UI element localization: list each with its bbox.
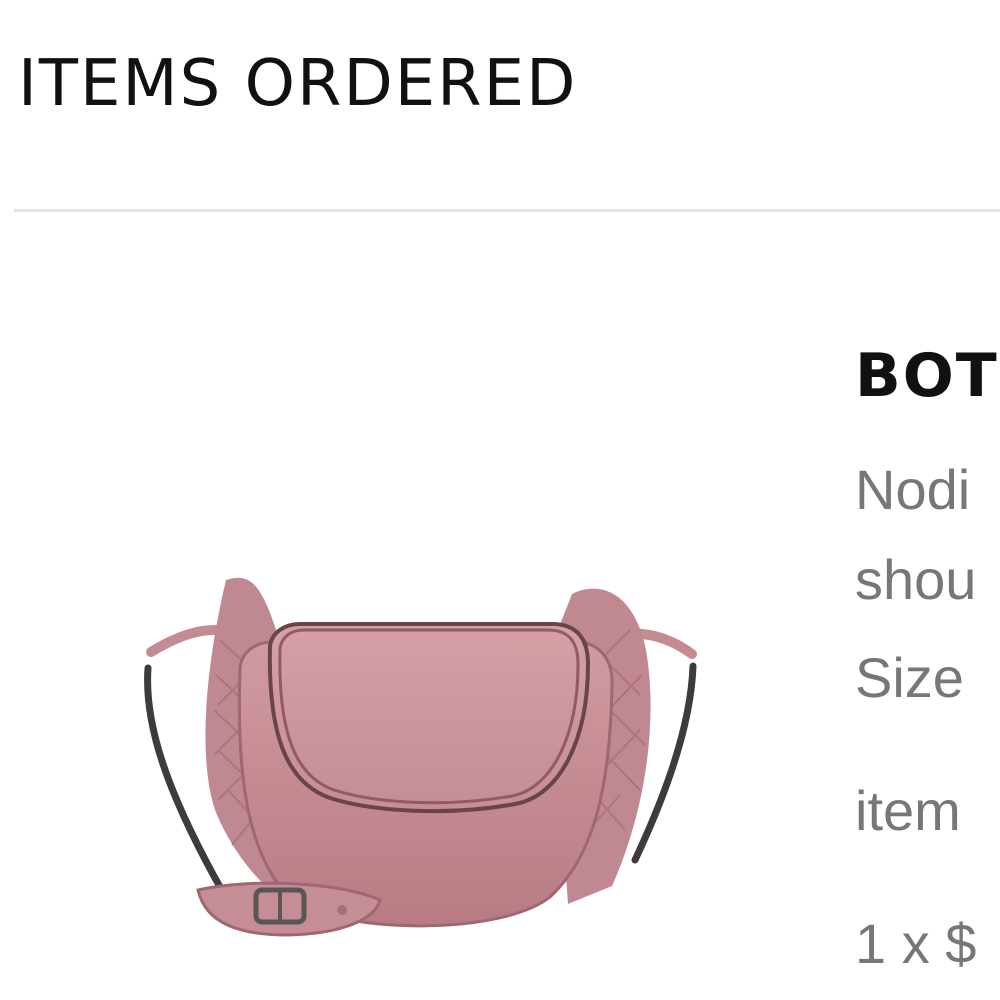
buckle-strap <box>196 881 382 937</box>
product-description-line-1: Nodi <box>855 458 971 521</box>
section-divider <box>14 209 1000 212</box>
items-ordered-title: ITEMS ORDERED <box>18 47 578 121</box>
product-image[interactable] <box>120 560 720 960</box>
product-price-line: 1 x $ <box>855 912 977 975</box>
crossbody-bag-image <box>144 577 697 937</box>
product-description-line-2: shou <box>855 548 977 611</box>
product-brand: BOTT <box>855 341 1000 411</box>
product-item-label: item <box>855 779 961 842</box>
product-size-label: Size <box>855 646 964 709</box>
product-details: BOTT Nodi shou Size item 1 x $ <box>855 336 1000 1000</box>
